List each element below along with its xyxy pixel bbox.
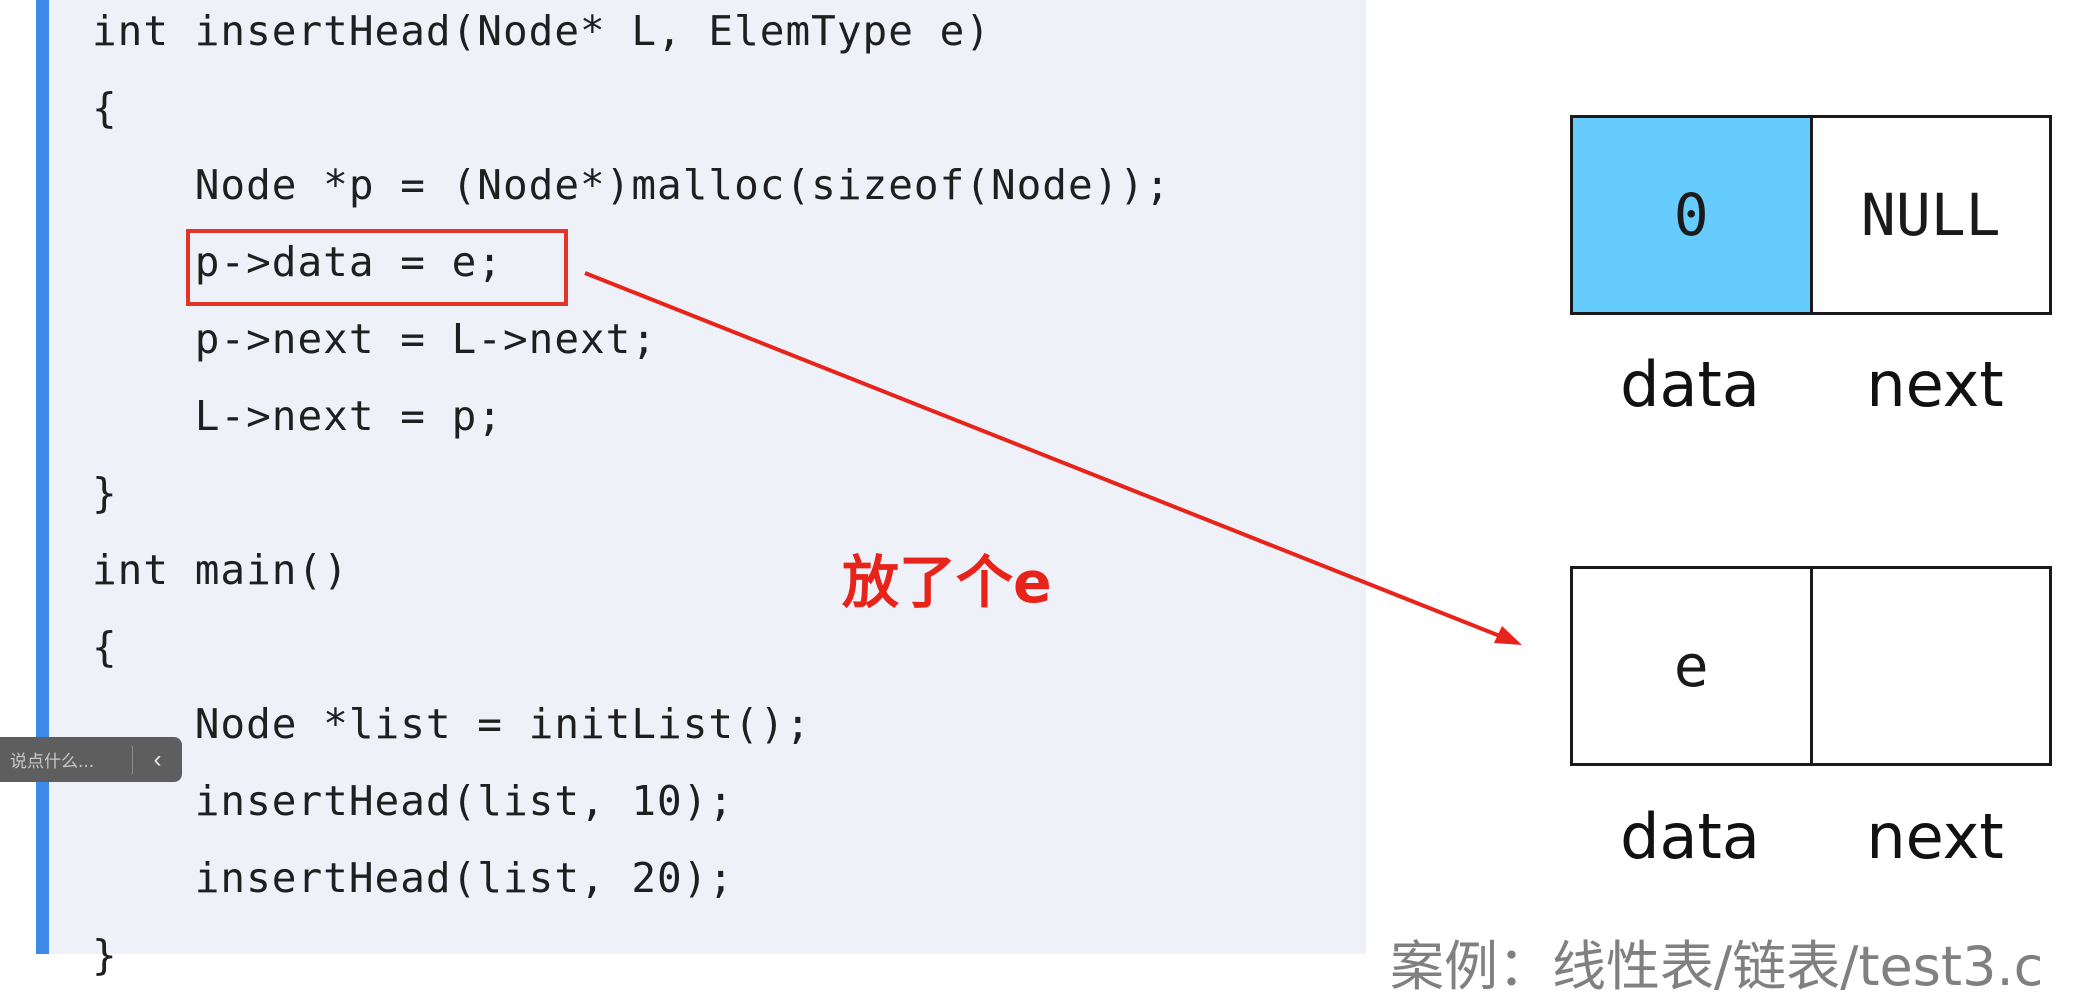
head-node-next-cell: NULL <box>1813 118 2050 312</box>
new-node: e <box>1570 566 2052 766</box>
comment-bubble[interactable]: 说点什么... ‹ <box>0 737 182 782</box>
footer-caption: 案例：线性表/链表/test3.c <box>1390 935 2044 998</box>
head-node-data-value: 0 <box>1673 181 1709 249</box>
new-node-data-value: e <box>1673 632 1709 700</box>
annotation-text: 放了个e <box>842 550 1052 616</box>
head-node: 0 NULL <box>1570 115 2052 315</box>
head-node-next-value: NULL <box>1860 181 2001 249</box>
new-node-next-cell <box>1813 569 2050 763</box>
new-node-next-label: next <box>1866 800 2004 873</box>
arrow-head <box>1494 626 1522 645</box>
new-node-data-cell: e <box>1573 569 1813 763</box>
head-node-data-label: data <box>1620 348 1760 421</box>
head-node-data-cell: 0 <box>1573 118 1813 312</box>
chevron-left-icon[interactable]: ‹ <box>133 746 182 774</box>
head-node-next-label: next <box>1866 348 2004 421</box>
comment-placeholder[interactable]: 说点什么... <box>0 747 132 772</box>
new-node-data-label: data <box>1620 800 1760 873</box>
